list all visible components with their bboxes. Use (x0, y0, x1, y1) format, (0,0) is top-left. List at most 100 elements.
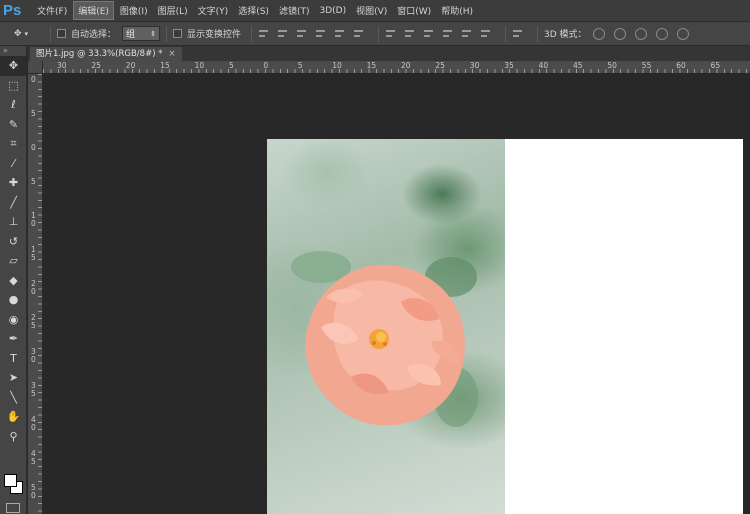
menu-select[interactable]: 选择(S) (234, 2, 273, 19)
path-select-tool-icon[interactable]: ➤ (0, 368, 27, 388)
ruler-label: 20 (401, 61, 411, 70)
menu-view[interactable]: 视图(V) (352, 2, 391, 19)
distribute-bottom-icon[interactable] (423, 28, 434, 39)
menu-image[interactable]: 图像(I) (116, 2, 152, 19)
line-tool-icon[interactable]: ╲ (0, 388, 27, 408)
ruler-corner[interactable] (28, 61, 43, 74)
auto-select-dropdown[interactable]: 组 ⇕ (122, 26, 161, 41)
ruler-label: 3 0 (31, 347, 36, 364)
horizontal-ruler[interactable]: 30 25 20 15 10 5 0 5 10 15 20 25 30 35 40 45 50 55 60 65 (43, 61, 750, 74)
distribute-top-icon[interactable] (385, 28, 396, 39)
move-tool-icon: ✥ (14, 28, 22, 39)
ruler-label: 15 (160, 61, 170, 70)
zoom-tool-icon[interactable]: ⚲ (0, 427, 27, 447)
ruler-label: 0 (263, 61, 269, 70)
paint-bucket-tool-icon[interactable]: ◆ (0, 271, 27, 291)
auto-align-icon[interactable] (512, 28, 523, 39)
align-vcenter-icon[interactable] (277, 28, 288, 39)
dodge-tool-icon[interactable]: ◉ (0, 310, 27, 330)
document-canvas[interactable] (267, 139, 743, 514)
move-tool-icon[interactable]: ✥ (0, 56, 27, 76)
menu-layer[interactable]: 图层(L) (154, 2, 192, 19)
canvas-workspace[interactable] (44, 75, 750, 514)
ruler-label: 4 5 (31, 449, 36, 466)
distribute-left-icon[interactable] (442, 28, 453, 39)
toolbox-collapse-button[interactable]: » (0, 46, 26, 56)
divider (50, 25, 51, 42)
show-transform-checkbox[interactable] (173, 29, 183, 38)
menu-window[interactable]: 窗口(W) (393, 2, 435, 19)
quick-select-tool-icon[interactable]: ✎ (0, 115, 27, 135)
menu-filter[interactable]: 滤镜(T) (275, 2, 314, 19)
document-tab-bar: 图片1.jpg @ 33.3%(RGB/8#) * × (28, 46, 750, 61)
menu-file[interactable]: 文件(F) (33, 2, 71, 19)
menu-edit[interactable]: 编辑(E) (73, 1, 114, 20)
distribute-right-icon[interactable] (480, 28, 491, 39)
flower-image (291, 251, 478, 427)
menu-type[interactable]: 文字(Y) (194, 2, 233, 19)
ruler-label: 65 (710, 61, 721, 70)
lasso-tool-icon[interactable]: ℓ (0, 95, 27, 115)
crop-tool-icon[interactable]: ⌗ (0, 134, 27, 154)
pen-tool-icon[interactable]: ✒ (0, 329, 27, 349)
3d-rotate-icon[interactable] (592, 27, 605, 40)
menu-bar: Ps 文件(F) 编辑(E) 图像(I) 图层(L) 文字(Y) 选择(S) 滤… (0, 0, 750, 21)
distribute-hcenter-icon[interactable] (461, 28, 472, 39)
type-tool-icon[interactable]: T (0, 349, 27, 369)
distribute-vcenter-icon[interactable] (404, 28, 415, 39)
ruler-label: 25 (435, 61, 445, 70)
align-hcenter-icon[interactable] (334, 28, 345, 39)
tool-preset-picker[interactable]: ✥ ▾ (14, 29, 44, 39)
auto-select-label: 自动选择： (71, 30, 117, 40)
menu-help[interactable]: 帮助(H) (437, 2, 477, 19)
ruler-label: 0 (31, 75, 36, 84)
hand-tool-icon[interactable]: ✋ (0, 407, 27, 427)
ruler-label: 0 (31, 143, 36, 152)
document-tab[interactable]: 图片1.jpg @ 33.3%(RGB/8#) * × (30, 47, 182, 61)
ruler-label: 55 (641, 61, 652, 70)
ruler-label: 5 (31, 177, 36, 186)
eyedropper-tool-icon[interactable]: ⁄ (0, 154, 27, 174)
foreground-color-swatch[interactable] (4, 474, 17, 487)
align-left-icon[interactable] (315, 28, 326, 39)
blur-tool-icon[interactable]: ● (0, 290, 27, 310)
show-transform-label: 显示变换控件 (187, 30, 242, 40)
ruler-label: 2 0 (31, 279, 36, 296)
eraser-tool-icon[interactable]: ▱ (0, 251, 27, 271)
ruler-label: 5 (31, 109, 36, 118)
close-icon[interactable]: × (168, 49, 175, 59)
ruler-label: 30 (469, 61, 480, 70)
3d-mode-label: 3D 模式： (544, 30, 587, 40)
ruler-label: 5 (297, 61, 303, 70)
3d-scale-icon[interactable] (676, 27, 689, 40)
align-right-icon[interactable] (353, 28, 364, 39)
marquee-tool-icon[interactable]: ⬚ (0, 76, 27, 96)
brush-tool-icon[interactable]: ╱ (0, 193, 27, 213)
clone-stamp-tool-icon[interactable]: ⊥ (0, 212, 27, 232)
ruler-label: 30 (57, 61, 67, 70)
3d-slide-icon[interactable] (655, 27, 668, 40)
divider (505, 25, 507, 42)
divider (251, 25, 253, 42)
ruler-label: 20 (125, 61, 136, 70)
align-bottom-icon[interactable] (296, 28, 307, 39)
auto-select-checkbox[interactable] (57, 29, 66, 38)
menu-3d[interactable]: 3D(D) (315, 4, 350, 18)
ruler-label: 60 (676, 61, 686, 70)
ruler-label: 2 5 (31, 313, 36, 330)
history-brush-tool-icon[interactable]: ↺ (0, 232, 27, 252)
ruler-label: 35 (504, 61, 514, 70)
divider (166, 25, 168, 42)
healing-brush-tool-icon[interactable]: ✚ (0, 173, 27, 193)
toolbox: » ✥ ⬚ ℓ ✎ ⌗ ⁄ ✚ ╱ ⊥ ↺ ▱ ◆ ● ◉ ✒ T ➤ ╲ ✋ ⚲ (0, 46, 27, 514)
quick-mask-icon[interactable] (6, 503, 20, 513)
vertical-ruler[interactable]: 0 5 0 5 1 0 1 5 2 0 2 5 3 0 3 5 4 0 4 5 5 0 (28, 74, 43, 514)
document-tab-title: 图片1.jpg @ 33.3%(RGB/8#) * (36, 49, 163, 59)
3d-pan-icon[interactable] (634, 27, 647, 40)
ruler-label: 50 (607, 61, 617, 70)
3d-roll-icon[interactable] (613, 27, 626, 40)
chevron-down-icon: ▾ (24, 29, 29, 38)
color-swatches[interactable] (4, 474, 24, 496)
align-top-icon[interactable] (258, 28, 269, 39)
ruler-label: 3 5 (31, 381, 36, 398)
